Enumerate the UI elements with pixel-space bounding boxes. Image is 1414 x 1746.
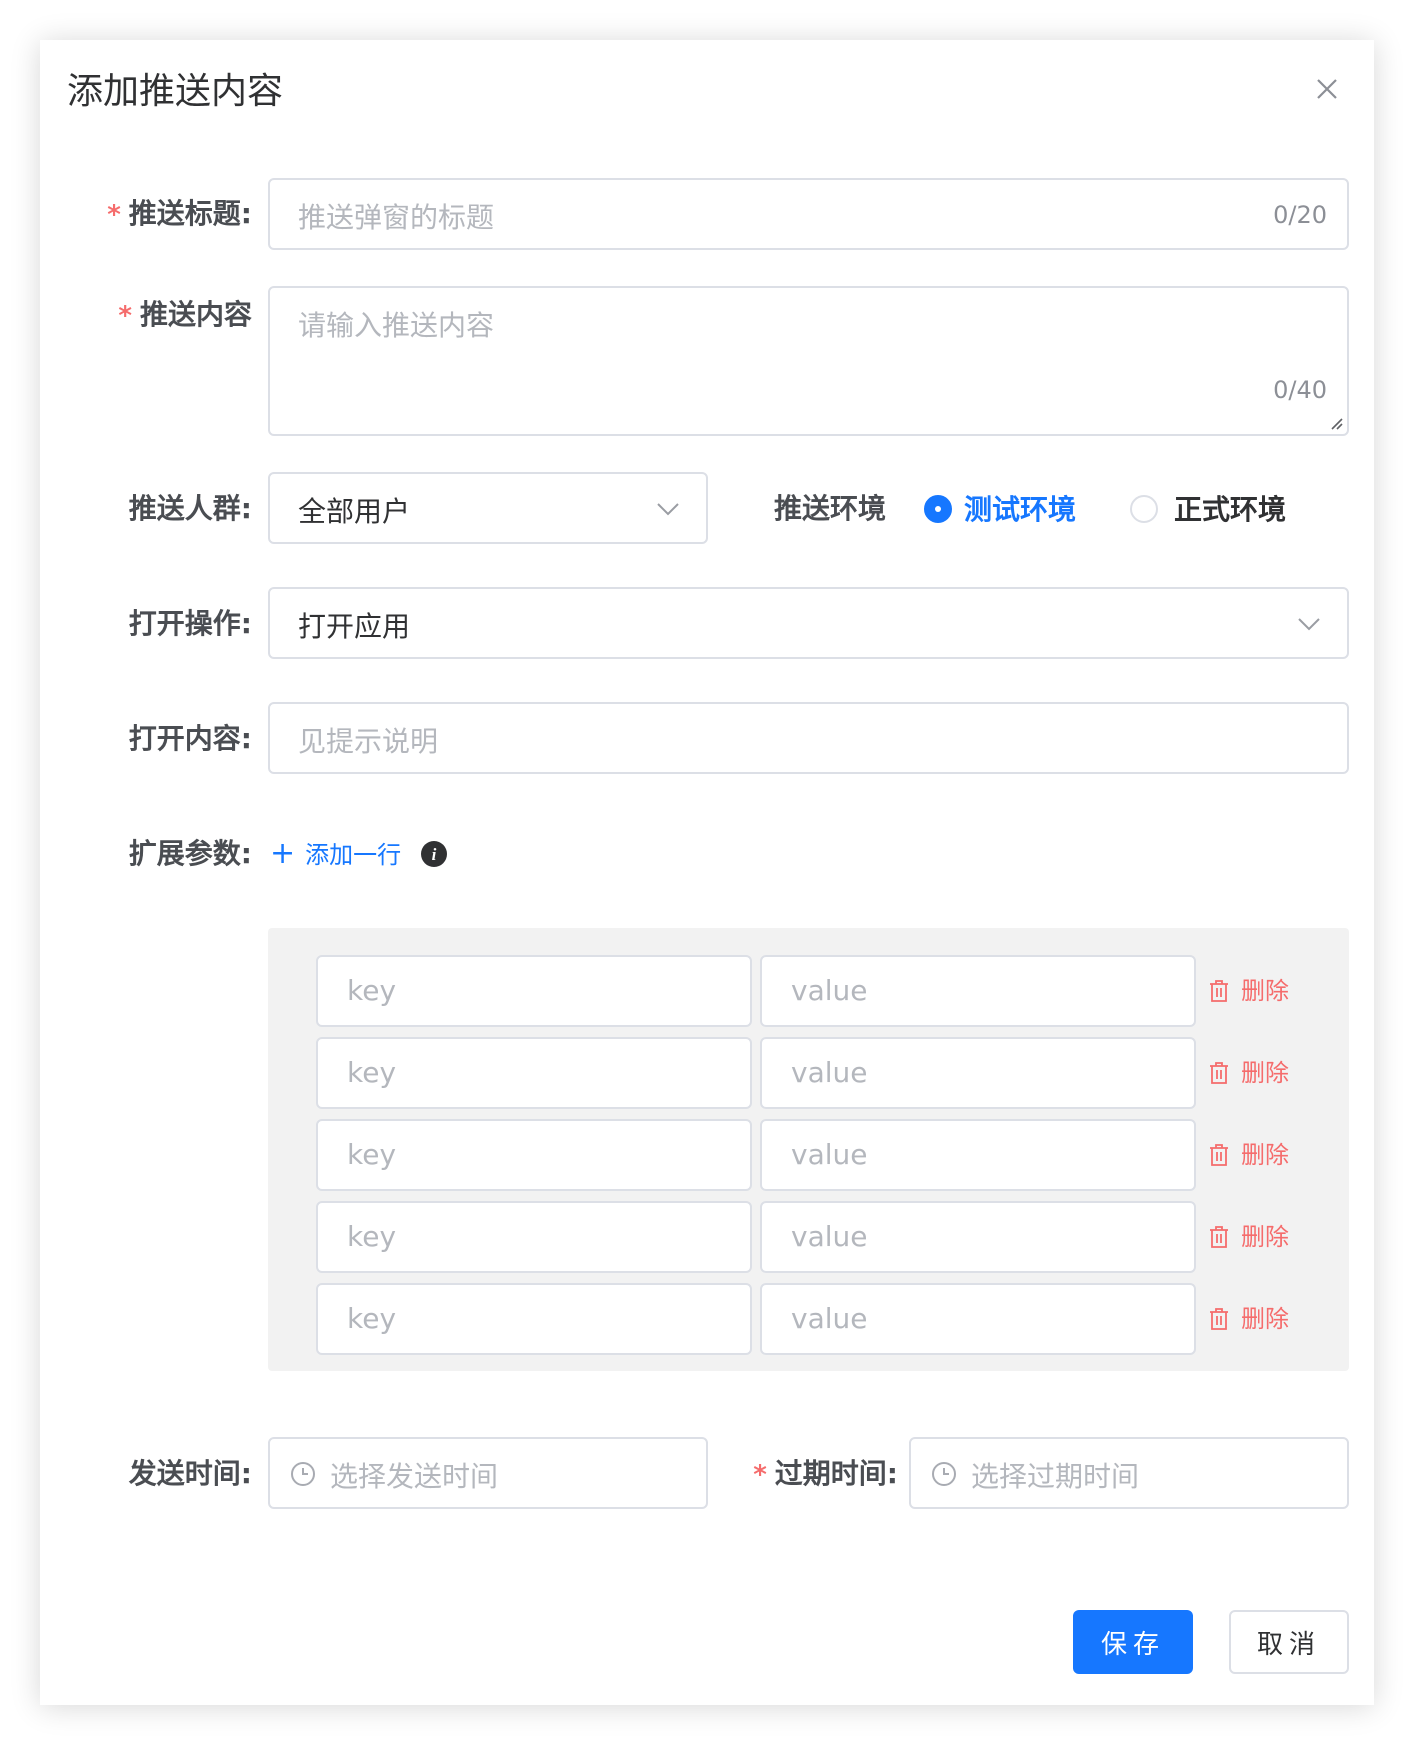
kv-row: key value 删除 (316, 1037, 1316, 1109)
delete-row-button[interactable]: 删除 (1209, 973, 1289, 1009)
trash-icon (1210, 1308, 1228, 1330)
push-content-textarea[interactable]: 请输入推送内容 0/40 (268, 286, 1349, 436)
save-button[interactable]: 保存 (1073, 1610, 1193, 1674)
delete-row-button[interactable]: 删除 (1209, 1219, 1289, 1255)
info-icon[interactable]: i (421, 841, 447, 867)
kv-row: key value 删除 (316, 955, 1316, 1027)
send-time-label: 发送时间: (128, 1457, 252, 1490)
expire-time-placeholder: 选择过期时间 (971, 1460, 1140, 1493)
open-action-label: 打开操作: (128, 607, 252, 640)
push-title-placeholder: 推送弹窗的标题 (298, 201, 495, 234)
delete-row-button[interactable]: 删除 (1209, 1055, 1289, 1091)
radio-prod-env-circle[interactable] (1130, 495, 1158, 523)
value-input[interactable]: value (760, 1037, 1196, 1109)
trash-icon (1210, 1226, 1228, 1248)
radio-test-env-label[interactable]: 测试环境 (964, 490, 1076, 530)
audience-label: 推送人群: (128, 492, 252, 525)
radio-prod-env-label[interactable]: 正式环境 (1174, 490, 1286, 530)
key-input[interactable]: key (316, 1119, 752, 1191)
add-row-label: 添加一行 (305, 841, 402, 869)
open-content-placeholder: 见提示说明 (298, 725, 439, 758)
clock-icon (931, 1461, 957, 1487)
expire-time-label: * 过期时间: (753, 1457, 898, 1490)
required-mark: * (753, 1460, 767, 1490)
clock-icon (290, 1461, 316, 1487)
environment-label: 推送环境 (774, 492, 887, 525)
audience-value: 全部用户 (298, 495, 411, 528)
push-content-label: * 推送内容 (118, 298, 252, 331)
push-content-counter: 0/40 (1273, 376, 1327, 404)
expire-time-picker[interactable]: 选择过期时间 (909, 1437, 1349, 1509)
open-content-label: 打开内容: (128, 722, 252, 755)
chevron-down-icon (656, 502, 680, 516)
push-title-counter: 0/20 (1273, 201, 1327, 229)
ext-params-panel: key value 删除 key value 删除 key value 删除 k… (268, 928, 1349, 1371)
cancel-button[interactable]: 取消 (1229, 1610, 1349, 1674)
key-input[interactable]: key (316, 1037, 752, 1109)
required-mark: * (118, 301, 132, 331)
push-content-placeholder: 请输入推送内容 (298, 309, 495, 342)
kv-row: key value 删除 (316, 1283, 1316, 1355)
svg-text:i: i (432, 845, 437, 864)
add-row-button[interactable]: + 添加一行 (270, 834, 401, 875)
value-input[interactable]: value (760, 1119, 1196, 1191)
kv-row: key value 删除 (316, 1119, 1316, 1191)
value-input[interactable]: value (760, 1283, 1196, 1355)
value-input[interactable]: value (760, 955, 1196, 1027)
delete-row-button[interactable]: 删除 (1209, 1137, 1289, 1173)
push-title-label: * 推送标题: (107, 197, 252, 230)
audience-select[interactable]: 全部用户 (268, 472, 708, 544)
open-action-value: 打开应用 (298, 610, 411, 643)
add-push-dialog: 添加推送内容 * 推送标题: 推送弹窗的标题 0/20 * 推送内容 请输入推送内容… (40, 40, 1374, 1705)
open-content-input[interactable]: 见提示说明 (268, 702, 1349, 774)
ext-params-label: 扩展参数: (128, 837, 252, 870)
radio-test-env-circle[interactable] (924, 495, 952, 523)
key-input[interactable]: key (316, 1201, 752, 1273)
close-icon[interactable] (1310, 72, 1344, 106)
open-action-select[interactable]: 打开应用 (268, 587, 1349, 659)
key-input[interactable]: key (316, 1283, 752, 1355)
trash-icon (1210, 1062, 1228, 1084)
value-input[interactable]: value (760, 1201, 1196, 1273)
chevron-down-icon (1297, 617, 1321, 631)
resize-handle-icon[interactable] (1328, 415, 1344, 431)
plus-icon: + (270, 836, 296, 871)
push-title-input[interactable]: 推送弹窗的标题 0/20 (268, 178, 1349, 250)
dialog-title: 添加推送内容 (67, 71, 284, 112)
key-input[interactable]: key (316, 955, 752, 1027)
send-time-placeholder: 选择发送时间 (330, 1460, 499, 1493)
trash-icon (1210, 980, 1228, 1002)
kv-row: key value 删除 (316, 1201, 1316, 1273)
required-mark: * (107, 200, 121, 230)
trash-icon (1210, 1144, 1228, 1166)
send-time-picker[interactable]: 选择发送时间 (268, 1437, 708, 1509)
delete-row-button[interactable]: 删除 (1209, 1301, 1289, 1337)
